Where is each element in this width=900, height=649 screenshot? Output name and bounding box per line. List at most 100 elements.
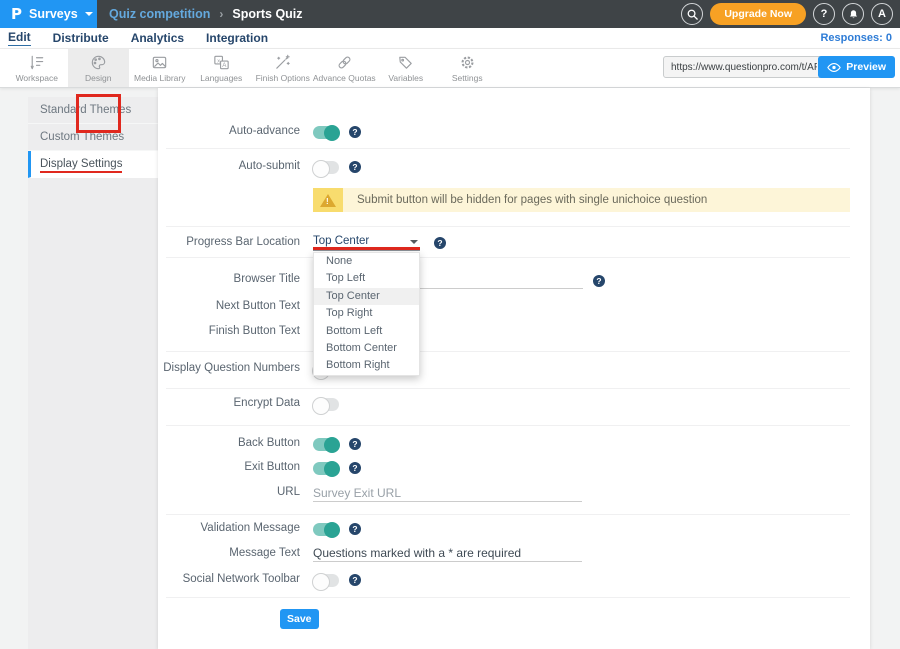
encrypt-data-label: Encrypt Data <box>234 397 300 409</box>
nav-tab-integration[interactable]: Integration <box>206 31 268 45</box>
back-button-label: Back Button <box>238 437 300 449</box>
back-button-toggle[interactable] <box>313 438 339 451</box>
divider <box>166 148 850 149</box>
bell-icon <box>847 8 860 21</box>
breadcrumb: Quiz competition › Sports Quiz <box>109 7 303 21</box>
annotation-underline-display-settings: Display Settings <box>40 158 122 173</box>
help-button[interactable]: ? <box>813 3 835 25</box>
dropdown-option-bottom-right[interactable]: Bottom Right <box>314 357 419 374</box>
account-button[interactable]: A <box>871 3 893 25</box>
auto-submit-label: Auto-submit <box>239 160 300 172</box>
nav-tab-analytics[interactable]: Analytics <box>131 31 184 45</box>
edit-toolbar: Workspace Design Media Library xA Langua… <box>0 49 900 88</box>
responses-count[interactable]: Responses: 0 <box>820 32 900 44</box>
preview-button[interactable]: Preview <box>818 56 895 78</box>
dropdown-option-bottom-center[interactable]: Bottom Center <box>314 340 419 357</box>
divider <box>166 514 850 515</box>
divider <box>166 388 850 389</box>
survey-nav: Edit Distribute Analytics Integration Re… <box>0 28 900 49</box>
auto-submit-toggle[interactable] <box>313 161 339 174</box>
svg-text:x: x <box>217 58 220 64</box>
help-icon[interactable] <box>349 126 361 138</box>
upgrade-now-button[interactable]: Upgrade Now <box>710 3 806 25</box>
translate-icon: xA <box>212 53 231 72</box>
dropdown-option-none[interactable]: None <box>314 253 419 270</box>
toolbar-item-settings[interactable]: Settings <box>437 49 499 87</box>
nav-tab-edit[interactable]: Edit <box>8 30 31 46</box>
annotation-box-design <box>76 94 121 133</box>
divider <box>166 226 850 227</box>
message-text-label: Message Text <box>229 547 300 559</box>
survey-url-box <box>663 56 834 78</box>
next-button-text-label: Next Button Text <box>216 300 300 312</box>
search-icon <box>686 8 699 21</box>
toolbar-item-media-library[interactable]: Media Library <box>129 49 191 87</box>
auto-advance-label: Auto-advance <box>229 125 300 137</box>
toolbar-item-advance-quotas[interactable]: Advance Quotas <box>314 49 376 87</box>
exit-button-toggle[interactable] <box>313 462 339 475</box>
dropdown-option-top-left[interactable]: Top Left <box>314 270 419 287</box>
help-icon[interactable] <box>349 438 361 450</box>
save-button[interactable]: Save <box>280 609 319 629</box>
browser-title-label: Browser Title <box>234 273 300 285</box>
breadcrumb-separator-icon: › <box>219 7 223 21</box>
warning-banner: Submit button will be hidden for pages w… <box>313 188 850 212</box>
divider <box>166 257 850 258</box>
top-header: P Surveys Quiz competition › Sports Quiz… <box>0 0 900 28</box>
divider <box>166 351 850 352</box>
eye-icon <box>827 62 841 73</box>
header-actions: Upgrade Now ? A <box>681 3 900 25</box>
dropdown-option-top-right[interactable]: Top Right <box>314 305 419 322</box>
toolbar-item-languages[interactable]: xA Languages <box>191 49 253 87</box>
message-text-input[interactable] <box>313 545 582 562</box>
image-icon <box>150 53 169 72</box>
warning-icon <box>320 194 336 207</box>
social-network-toolbar-toggle[interactable] <box>313 574 339 587</box>
encrypt-data-toggle[interactable] <box>313 398 339 411</box>
divider <box>166 597 850 598</box>
chevron-down-icon <box>85 12 93 20</box>
sidebar-item-display-settings[interactable]: Display Settings <box>28 151 158 178</box>
toolbar-item-variables[interactable]: Variables <box>375 49 437 87</box>
validation-message-toggle[interactable] <box>313 523 339 536</box>
breadcrumb-folder[interactable]: Quiz competition <box>109 7 210 21</box>
surveys-menu-label: Surveys <box>29 7 78 21</box>
display-settings-panel: Auto-advance Auto-submit Submit button w… <box>158 88 870 649</box>
nav-tab-distribute[interactable]: Distribute <box>53 31 109 45</box>
search-button[interactable] <box>681 3 703 25</box>
social-network-toolbar-label: Social Network Toolbar <box>183 573 300 585</box>
url-label: URL <box>277 486 300 498</box>
exit-button-label: Exit Button <box>244 461 300 473</box>
dropdown-option-bottom-left[interactable]: Bottom Left <box>314 323 419 340</box>
help-icon[interactable] <box>349 161 361 173</box>
toolbar-item-design[interactable]: Design <box>68 49 130 87</box>
finish-button-text-label: Finish Button Text <box>209 325 300 337</box>
survey-url-input[interactable] <box>671 62 817 73</box>
survey-exit-url-input[interactable] <box>313 485 582 502</box>
help-icon[interactable] <box>349 462 361 474</box>
progress-options-dropdown: None Top Left Top Center Top Right Botto… <box>313 252 420 376</box>
notifications-button[interactable] <box>842 3 864 25</box>
tag-icon <box>396 53 415 72</box>
toolbar-item-finish-options[interactable]: Finish Options <box>252 49 314 87</box>
warning-icon-strip <box>313 188 343 212</box>
validation-message-label: Validation Message <box>200 522 300 534</box>
help-icon[interactable] <box>434 237 446 249</box>
dropdown-option-top-center[interactable]: Top Center <box>314 288 419 305</box>
help-icon[interactable] <box>593 275 605 287</box>
auto-advance-toggle[interactable] <box>313 126 339 139</box>
surveys-menu[interactable]: P Surveys <box>0 0 97 28</box>
annotation-underline-progress-select <box>313 247 420 250</box>
help-icon[interactable] <box>349 523 361 535</box>
design-sidebar: Standard Themes Custom Themes Display Se… <box>28 97 158 649</box>
chain-link-icon <box>335 53 354 72</box>
help-icon[interactable] <box>349 574 361 586</box>
divider <box>166 425 850 426</box>
magic-wand-icon <box>273 53 292 72</box>
palette-icon <box>89 53 108 72</box>
gear-icon <box>458 53 477 72</box>
display-question-numbers-label: Display Question Numbers <box>163 362 300 374</box>
toolbar-item-workspace[interactable]: Workspace <box>6 49 68 87</box>
questionpro-logo: P <box>11 5 22 23</box>
breadcrumb-survey: Sports Quiz <box>232 7 302 21</box>
